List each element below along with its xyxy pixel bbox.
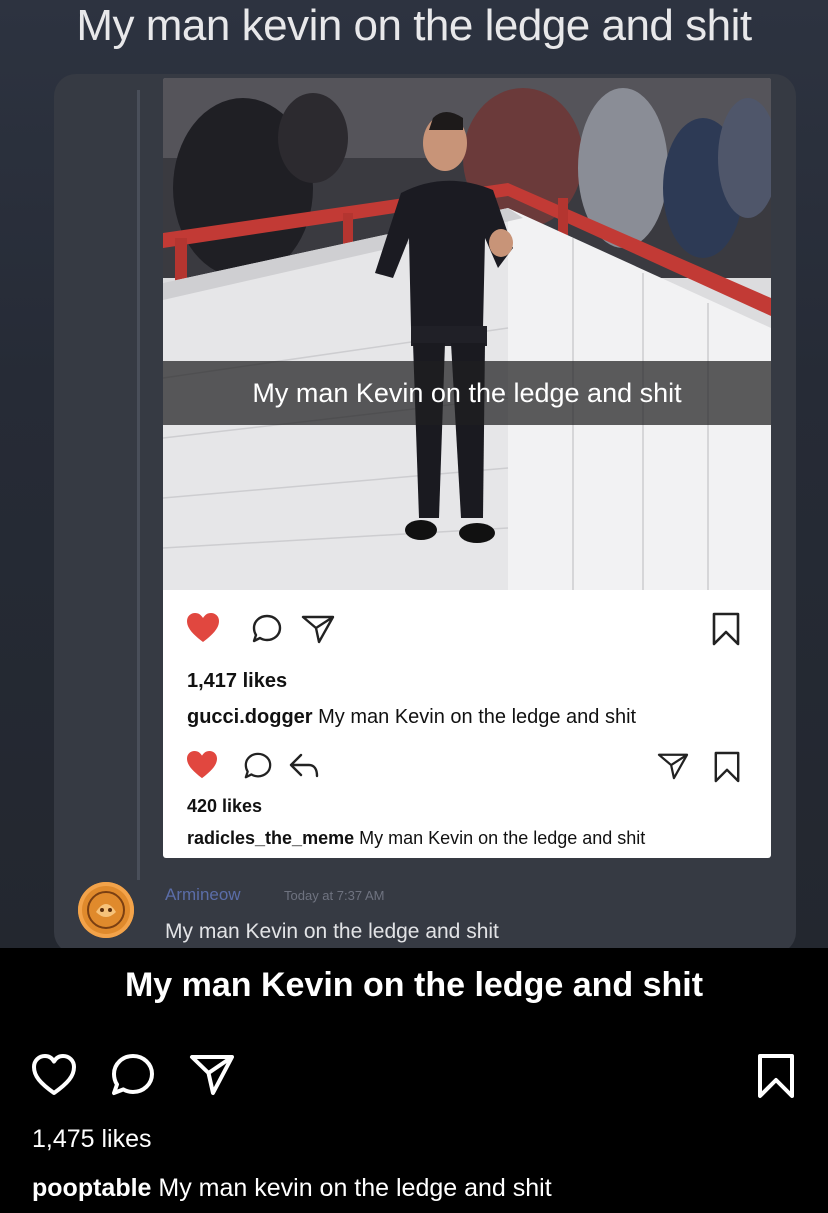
inner-username-2: radicles_the_meme [187,828,355,848]
ledge-photo-illustration [163,78,771,590]
bookmark-icon [712,612,740,646]
inner-likes-count-1: 1,417 likes [187,670,288,692]
inner-action-row-1 [163,608,771,648]
share-icon [657,753,689,780]
discord-divider [70,90,140,880]
meme-image: My man kevin on the ledge and shit My ma… [0,0,828,948]
inner-likes-count-2: 420 likes [187,796,263,816]
inner-action-row-2 [163,746,771,786]
discord-username: Armineow [165,885,241,904]
discord-timestamp: Today at 7:37 AM [284,888,385,903]
share-icon [301,615,335,644]
likes-count[interactable]: 1,475 likes [32,1125,152,1154]
inner-caption-1: gucci.dogger My man Kevin on the ledge a… [187,706,636,729]
comment-icon [244,752,272,779]
inner-username-1: gucci.dogger [187,706,313,728]
heart-icon[interactable] [30,1052,78,1098]
post-overlay-caption: My man Kevin on the ledge and shit [124,966,704,1004]
inner-caption-text-1: My man Kevin on the ledge and shit [318,706,637,728]
inner-instagram-card: My man Kevin on the ledge and shit 1,417… [163,78,771,858]
share-icon[interactable] [188,1052,236,1098]
bookmark-icon [714,751,740,783]
discord-avatar [78,882,134,938]
bookmark-icon[interactable] [755,1052,797,1100]
post-caption-text: My man kevin on the ledge and shit [158,1174,552,1202]
meme-top-caption: My man kevin on the ledge and shit [76,1,752,50]
post-username[interactable]: pooptable [32,1174,151,1202]
avatar-emblem-icon [87,891,125,929]
inner-caption-text-2: My man Kevin on the ledge and shit [359,828,646,848]
inner-caption-2: radicles_the_meme My man Kevin on the le… [187,828,645,849]
photo-caption-overlay: My man Kevin on the ledge and shit [163,361,771,425]
post-action-bar [0,1052,828,1104]
discord-message: My man Kevin on the ledge and shit [165,920,499,943]
comment-icon [252,614,282,643]
comment-icon[interactable] [110,1052,156,1098]
reply-icon [289,753,319,778]
post-caption: pooptable My man kevin on the ledge and … [32,1174,552,1203]
post-photo: My man Kevin on the ledge and shit [163,78,771,590]
heart-icon [187,613,219,642]
heart-icon [187,750,217,779]
